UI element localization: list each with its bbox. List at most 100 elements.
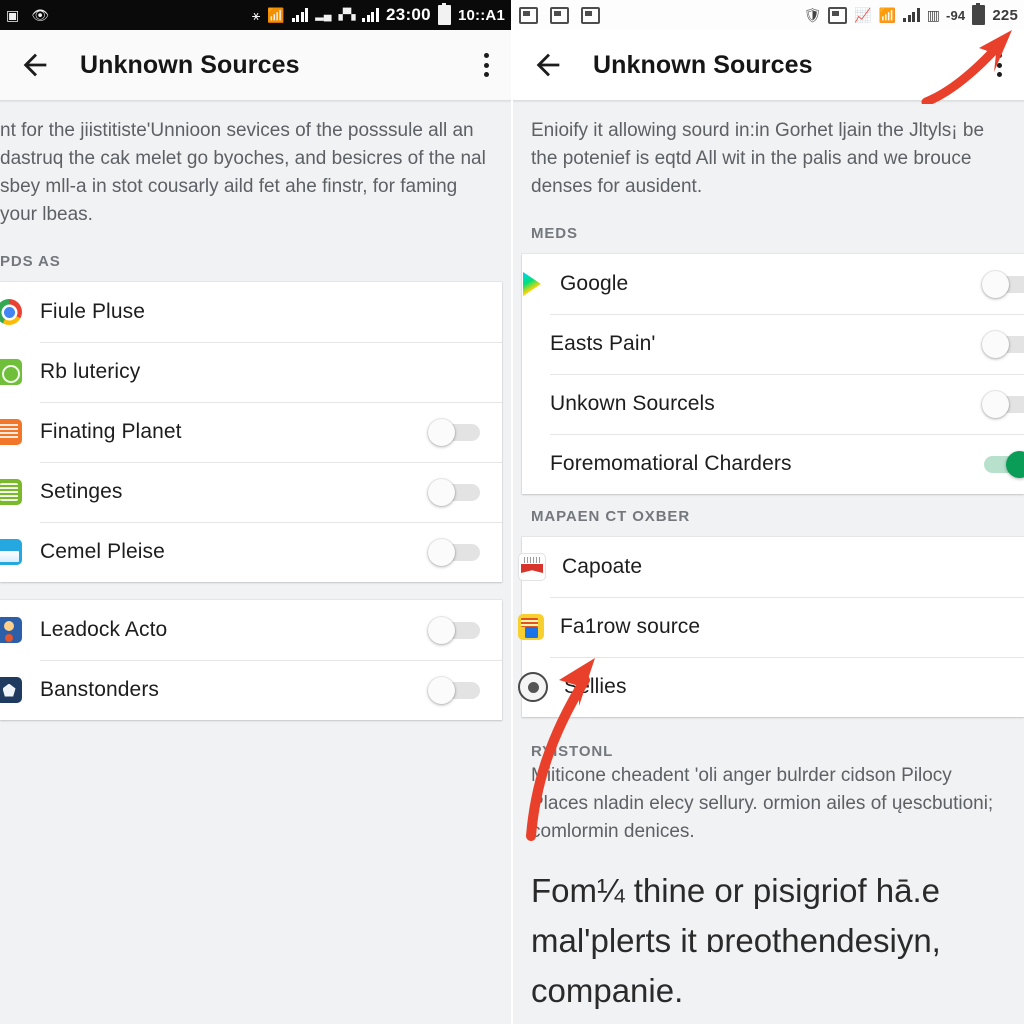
footer-header: RYISTONL xyxy=(531,743,614,760)
toggle-switch[interactable] xyxy=(428,539,484,566)
photo-icon: ▣ xyxy=(6,7,20,23)
list-item-label: Setinges xyxy=(40,480,123,503)
list-item-label: Banstonders xyxy=(40,678,160,701)
yellow-news-icon xyxy=(518,614,544,640)
toggle-knob xyxy=(428,539,455,566)
list-item[interactable]: Capoate xyxy=(518,537,1024,597)
list-item[interactable]: Foremomatioral Charders xyxy=(522,434,1024,494)
dot xyxy=(484,62,489,68)
list-item[interactable]: Leadock Acto xyxy=(0,600,502,660)
right-description-text: Enioify it allowing sourd in:in Gorhet l… xyxy=(531,120,985,197)
list-item-label: Fa1row source xyxy=(560,615,701,638)
battery-label: 10::A1 xyxy=(457,6,505,24)
dot xyxy=(997,53,1002,58)
list-item-label: Google xyxy=(560,272,629,295)
list-item-label: Fiule Pluse xyxy=(40,300,145,323)
toggle-knob xyxy=(982,271,1009,298)
toggle-switch[interactable] xyxy=(428,419,484,446)
battery-label: 225 xyxy=(992,6,1018,24)
toggle-switch[interactable] xyxy=(428,617,484,644)
list-item[interactable]: Unkown Sourcels xyxy=(522,374,1024,434)
list-item[interactable]: Google xyxy=(522,254,1024,314)
list-item[interactable]: Banstonders xyxy=(0,660,502,720)
list-item[interactable]: Sellies xyxy=(518,657,1024,717)
right-app-bar: Unknown Sources xyxy=(513,30,1024,100)
wifi-icon: 📶 xyxy=(267,7,285,23)
toggle-knob xyxy=(428,479,455,506)
wifi-icon: 📶 xyxy=(878,7,897,23)
signal-icon xyxy=(903,8,920,22)
list-item-label: Capoate xyxy=(562,555,643,578)
back-arrow-icon[interactable] xyxy=(18,48,52,82)
signal-4-icon xyxy=(362,8,379,22)
signal-strength-label: -94 xyxy=(945,7,966,23)
list-item[interactable]: Fiule Pluse xyxy=(0,282,502,342)
footer-text: Miiticone cheadent 'oli anger bulrder ci… xyxy=(531,765,994,842)
chart-icon: 📈 xyxy=(854,7,872,23)
chrome-icon xyxy=(0,299,22,325)
list-item[interactable]: Setinges xyxy=(0,462,502,522)
overflow-menu-icon[interactable] xyxy=(480,47,493,83)
dot xyxy=(997,72,1002,77)
back-arrow-icon[interactable] xyxy=(531,48,565,82)
bluetooth-icon: ⚹ xyxy=(251,7,261,23)
toggle-knob xyxy=(1006,451,1024,478)
toggle-switch[interactable] xyxy=(982,271,1024,298)
battery-icon xyxy=(972,3,986,25)
toggle-switch[interactable] xyxy=(982,451,1024,478)
right-status-bar: 🛡 📈 📶 ▥ -94 225 xyxy=(513,0,1024,30)
green-circle-app-icon xyxy=(0,359,22,385)
list-item-label: Rb lutericy xyxy=(40,360,141,383)
toggle-switch[interactable] xyxy=(428,677,484,704)
screenshot-icon xyxy=(519,6,538,24)
sim-card-icon xyxy=(550,6,569,24)
dot xyxy=(484,53,489,58)
toggle-knob xyxy=(982,391,1009,418)
overflow-menu-icon[interactable] xyxy=(993,47,1006,83)
list-item[interactable]: Cemel Pleise xyxy=(0,522,502,582)
toggle-switch[interactable] xyxy=(428,479,484,506)
red-note-icon xyxy=(518,553,546,581)
page-title: Unknown Sources xyxy=(80,50,300,79)
list-item-label: Foremomatioral Charders xyxy=(550,452,792,475)
left-status-icons-left: ▣ 👁 xyxy=(6,8,49,22)
list-item-label: Leadock Acto xyxy=(40,618,168,641)
right-list-group-one: Google Easts Pain' Unkown Sourcels Foremoma… xyxy=(522,254,1024,494)
right-section-header-one: MEDS xyxy=(531,225,578,242)
toggle-knob xyxy=(982,331,1009,358)
google-play-icon xyxy=(518,271,544,297)
shield-icon: 🛡 xyxy=(803,7,822,23)
right-status-icons-left xyxy=(519,6,600,24)
left-list-group-one: Fiule Pluse Rb lutericy Finating Planet Set… xyxy=(0,282,502,582)
list-item[interactable]: Finating Planet xyxy=(0,402,502,462)
bars-icon: ▥ xyxy=(926,7,940,23)
right-section-header-two: MAPAEN CT OXBER xyxy=(531,508,691,525)
battery-icon xyxy=(437,3,451,25)
signal-icon xyxy=(291,8,309,22)
right-list-group-two: Capoate Fa1row source Sellies xyxy=(518,537,1024,717)
toggle-knob xyxy=(428,419,455,446)
list-item-label: Finating Planet xyxy=(40,420,182,443)
person-app-icon xyxy=(0,617,22,643)
list-item-label: Sellies xyxy=(564,675,627,698)
left-description-text: nt for the jiistitiste'Unnioon sevices o… xyxy=(0,120,486,225)
left-status-icons-right: ⚹ 📶 ▂▄ ▞▚ 23:00 10::A1 xyxy=(251,3,505,25)
toggle-switch[interactable] xyxy=(982,331,1024,358)
clock: 23:00 xyxy=(385,5,431,24)
page-title: Unknown Sources xyxy=(593,50,813,79)
list-item[interactable]: Rb lutericy xyxy=(0,342,502,402)
dot xyxy=(484,72,489,77)
signal-2-icon: ▂▄ xyxy=(315,8,332,21)
eye-icon: 👁 xyxy=(31,7,50,23)
toggle-knob xyxy=(428,677,455,704)
blue-news-icon xyxy=(0,539,22,565)
lime-notes-icon xyxy=(0,479,22,505)
gray-circle-icon xyxy=(518,672,548,702)
list-item[interactable]: Fa1row source xyxy=(518,597,1024,657)
list-item[interactable]: Easts Pain' xyxy=(522,314,1024,374)
orange-app-icon xyxy=(0,419,22,445)
right-bottom-note: Fom¼ thine or pisigriof hā.e mal'plerts … xyxy=(531,872,941,1009)
toggle-switch[interactable] xyxy=(982,391,1024,418)
toggle-knob xyxy=(428,617,455,644)
group-gap xyxy=(0,582,511,600)
